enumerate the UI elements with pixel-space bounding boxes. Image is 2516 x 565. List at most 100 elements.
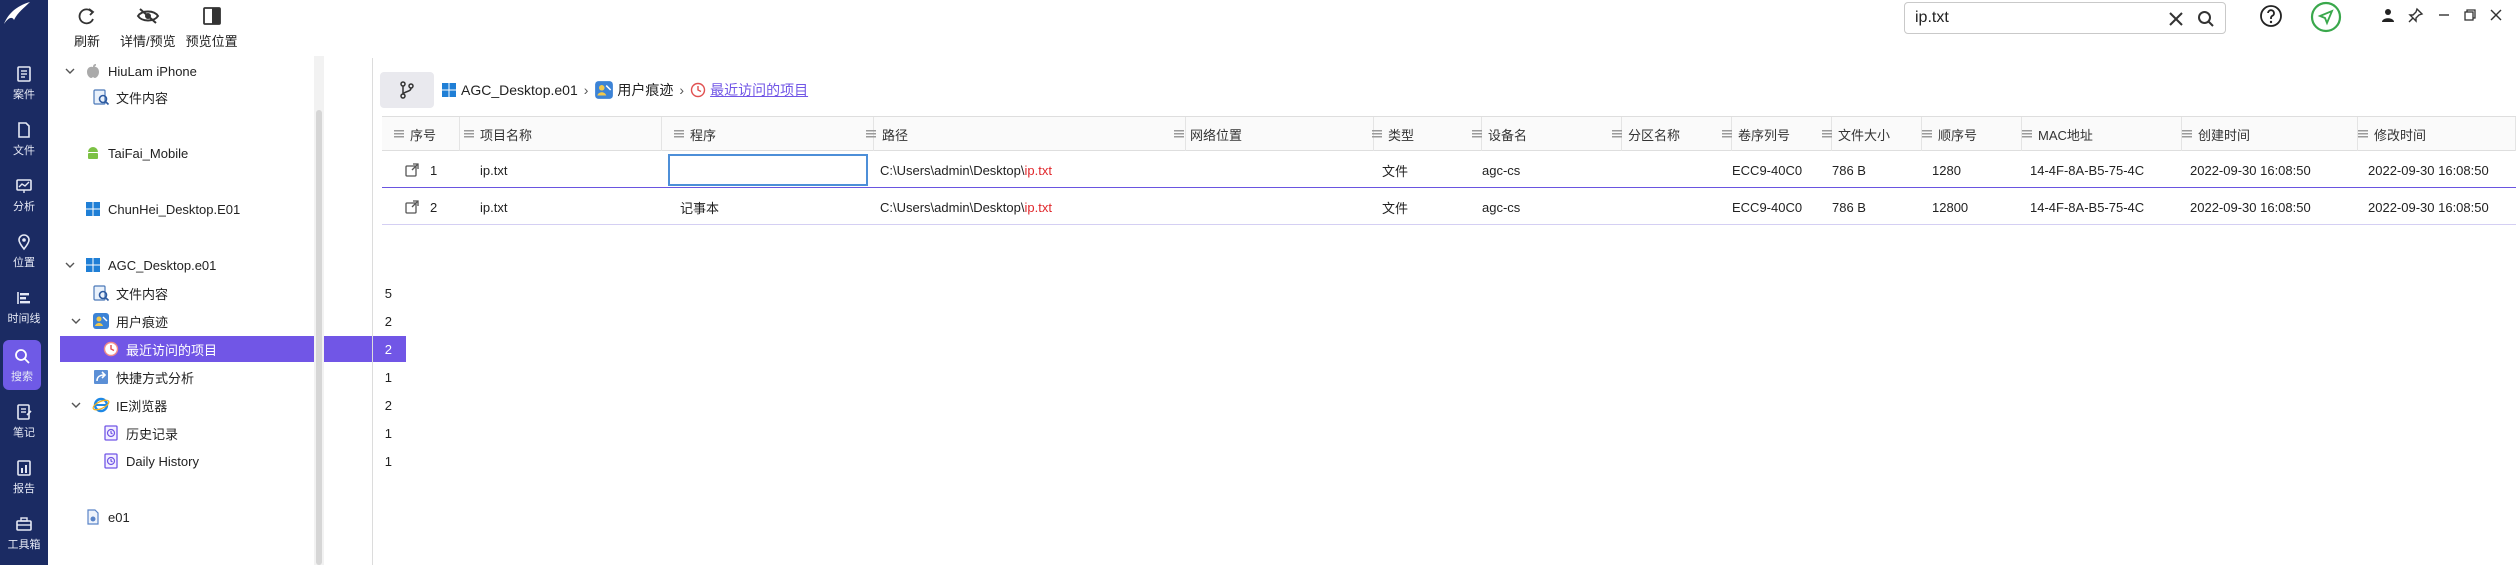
column-header-order[interactable]: 顺序号 — [1922, 117, 2022, 151]
help-button[interactable] — [2258, 3, 2284, 29]
tree-label: Daily History — [126, 453, 199, 469]
file-content-icon — [92, 284, 110, 302]
tree-node-device[interactable]: e01 — [60, 504, 406, 530]
minimize-button[interactable] — [2436, 7, 2452, 23]
history-icon — [102, 452, 120, 470]
rail-label: 搜索 — [11, 371, 33, 383]
column-grip-icon[interactable] — [1372, 130, 1382, 138]
column-grip-icon[interactable] — [2022, 130, 2032, 138]
tree-node-device[interactable]: HiuLam iPhone — [60, 58, 406, 84]
breadcrumb-device[interactable]: AGC_Desktop.e01 — [461, 82, 578, 98]
tree-label: 文件内容 — [116, 90, 169, 106]
cell-size: 786 B — [1832, 199, 1866, 215]
tree-node-history[interactable]: 历史记录 1 — [60, 420, 406, 446]
column-header-volume-serial[interactable]: 卷序列号 — [1722, 117, 1832, 151]
column-header-index[interactable]: 序号 — [394, 117, 460, 151]
rail-item-location[interactable]: 位置 — [0, 226, 48, 276]
chevron-down-icon[interactable] — [64, 259, 76, 271]
breadcrumb-current[interactable]: 最近访问的项目 — [710, 80, 808, 100]
rail-item-search[interactable]: 搜索 — [3, 340, 41, 390]
pin-icon — [2408, 7, 2424, 23]
detail-preview-button[interactable]: 详情/预览 — [110, 0, 186, 56]
column-grip-icon[interactable] — [394, 130, 404, 138]
column-header-partition[interactable]: 分区名称 — [1612, 117, 1732, 151]
column-header-created[interactable]: 创建时间 — [2182, 117, 2358, 151]
rail-item-timeline[interactable]: 时间线 — [0, 282, 48, 332]
cell-name: ip.txt — [480, 162, 508, 178]
column-grip-icon[interactable] — [2358, 130, 2368, 138]
pin-button[interactable] — [2408, 7, 2424, 23]
chevron-down-icon[interactable] — [64, 65, 76, 77]
path-prefix: C:\Users\admin\Desktop\ — [880, 162, 1025, 178]
refresh-button[interactable]: 刷新 — [64, 0, 110, 56]
column-grip-icon[interactable] — [2182, 130, 2192, 138]
tree-node-file-content[interactable]: 文件内容 5 — [60, 280, 406, 306]
cell-program-editor[interactable] — [668, 154, 868, 186]
chevron-down-icon[interactable] — [70, 315, 82, 327]
case-icon — [14, 64, 34, 84]
minimize-icon — [2439, 14, 2449, 16]
column-grip-icon[interactable] — [1612, 130, 1622, 138]
tree-node-device[interactable]: AGC_Desktop.e01 — [60, 252, 406, 278]
tree-node-recent-items[interactable]: 最近访问的项目 2 — [60, 336, 406, 362]
column-grip-icon[interactable] — [1822, 130, 1832, 138]
tree-label: AGC_Desktop.e01 — [108, 257, 217, 273]
column-grip-icon[interactable] — [1722, 130, 1732, 138]
column-header-program[interactable]: 程序 — [674, 117, 874, 151]
tree-node-file-content[interactable]: 文件内容 1 — [60, 84, 406, 110]
sidebar-scrollbar[interactable] — [314, 56, 324, 565]
panel-divider[interactable] — [372, 58, 373, 565]
tree-node-shortcut-analysis[interactable]: 快捷方式分析 1 — [60, 364, 406, 390]
open-external-icon[interactable] — [404, 152, 420, 188]
analysis-icon — [14, 176, 34, 196]
column-title: 项目名称 — [480, 127, 533, 143]
tree-node-daily-history[interactable]: Daily History 1 — [60, 448, 406, 474]
report-icon — [14, 458, 34, 478]
cell-created: 2022-09-30 16:08:50 — [2190, 199, 2311, 215]
column-grip-icon[interactable] — [1922, 130, 1932, 138]
column-header-path[interactable]: 路径 — [866, 117, 1186, 151]
rail-item-analysis[interactable]: 分析 — [0, 170, 48, 220]
search-icon[interactable] — [2197, 10, 2215, 28]
rail-item-toolbox[interactable]: 工具箱 — [0, 508, 48, 558]
scrollbar-thumb[interactable] — [316, 110, 322, 565]
table-row[interactable]: 2 ip.txt 记事本 C:\Users\admin\Desktop\ ip.t… — [382, 189, 2516, 225]
column-grip-icon[interactable] — [464, 130, 474, 138]
close-button[interactable] — [2488, 7, 2504, 23]
chevron-down-icon[interactable] — [70, 399, 82, 411]
preview-position-button[interactable]: 预览位置 — [186, 0, 248, 56]
branch-icon — [400, 81, 414, 99]
column-header-type[interactable]: 类型 — [1372, 117, 1482, 151]
open-external-icon[interactable] — [404, 189, 420, 225]
column-grip-icon[interactable] — [1174, 130, 1184, 138]
tree-node-device[interactable]: ChunHei_Desktop.E01 — [60, 196, 406, 222]
column-title: 创建时间 — [2198, 127, 2251, 143]
clear-icon[interactable] — [2167, 10, 2185, 28]
rail-item-notes[interactable]: 笔记 — [0, 396, 48, 446]
column-header-size[interactable]: 文件大小 — [1822, 117, 1922, 151]
column-header-modified[interactable]: 修改时间 — [2358, 117, 2516, 151]
column-grip-icon[interactable] — [866, 130, 876, 138]
tree-node-device[interactable]: TaiFai_Mobile — [60, 140, 406, 166]
table-row[interactable]: 1 ip.txt C:\Users\admin\Desktop\ ip.txt 文… — [382, 152, 2516, 188]
column-grip-icon[interactable] — [674, 130, 684, 138]
rail-label: 案件 — [13, 89, 35, 101]
column-grip-icon[interactable] — [1472, 130, 1482, 138]
user-button[interactable] — [2380, 7, 2396, 23]
cell-created: 2022-09-30 16:08:50 — [2190, 162, 2311, 178]
column-header-name[interactable]: 项目名称 — [462, 117, 662, 151]
column-header-mac[interactable]: MAC地址 — [2022, 117, 2182, 151]
restore-button[interactable] — [2462, 7, 2478, 23]
branch-button[interactable] — [380, 72, 434, 108]
column-header-device[interactable]: 设备名 — [1472, 117, 1622, 151]
tree-node-user-trace[interactable]: 用户痕迹 2 — [60, 308, 406, 334]
user-icon — [2382, 9, 2394, 22]
search-input[interactable] — [1915, 9, 2155, 27]
rail-item-case[interactable]: 案件 — [0, 58, 48, 108]
status-ok-button[interactable] — [2310, 1, 2342, 33]
column-header-network[interactable]: 网络位置 — [1174, 117, 1374, 151]
breadcrumb-category[interactable]: 用户痕迹 — [617, 80, 673, 100]
rail-item-file[interactable]: 文件 — [0, 114, 48, 164]
tree-node-ie-browser[interactable]: IE浏览器 2 — [60, 392, 406, 418]
rail-item-report[interactable]: 报告 — [0, 452, 48, 502]
